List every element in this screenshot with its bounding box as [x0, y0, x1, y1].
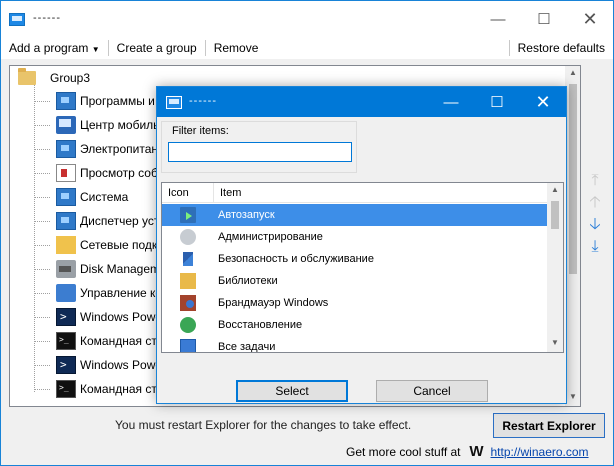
list-item-label: Восстановление: [218, 319, 303, 331]
tree-item[interactable]: Disk Management: [18, 258, 177, 280]
computer-management-icon: [56, 284, 76, 302]
dialog-minimize-button[interactable]: —: [428, 87, 474, 117]
device-manager-icon: [56, 212, 76, 230]
tree-item[interactable]: Управление комп: [18, 282, 177, 304]
tree-group-row[interactable]: Group3: [18, 67, 90, 89]
powershell-icon: [56, 356, 76, 374]
libraries-icon: [180, 273, 196, 289]
event-viewer-icon: [56, 164, 76, 182]
power-options-icon: [56, 140, 76, 158]
list-scrollbar[interactable]: ▲ ▼: [547, 183, 563, 352]
restart-explorer-button[interactable]: Restart Explorer: [493, 413, 605, 438]
scroll-up-icon[interactable]: ▲: [547, 185, 563, 194]
list-item-label: Брандмауэр Windows: [218, 297, 329, 309]
filter-input[interactable]: [168, 142, 352, 162]
list-item[interactable]: Восстановление: [162, 314, 547, 336]
move-down-icon[interactable]: 🡣: [586, 215, 604, 237]
dialog-close-button[interactable]: ✕: [520, 87, 566, 117]
list-item[interactable]: Брандмауэр Windows: [162, 292, 547, 314]
tree-group-label: Group3: [50, 71, 91, 85]
tree-item-label: Система: [80, 190, 129, 204]
list-item-label: Администрирование: [218, 231, 323, 243]
tree-item[interactable]: Просмотр событ: [18, 162, 172, 184]
app-icon: [166, 96, 182, 109]
filter-group: Filter items:: [161, 121, 357, 173]
tree-item[interactable]: Электропитание: [18, 138, 171, 160]
scroll-down-icon[interactable]: ▼: [547, 338, 563, 347]
tree-item[interactable]: Сетевые подклю: [18, 234, 173, 256]
move-top-icon[interactable]: ⤒: [586, 171, 604, 193]
tree-item[interactable]: Центр мобильно: [18, 114, 173, 136]
footer: Get more cool stuff at W http://winaero.…: [346, 442, 589, 462]
scroll-down-icon[interactable]: ▼: [565, 392, 580, 401]
restore-defaults-button[interactable]: Restore defaults: [510, 40, 613, 56]
winaero-logo-icon: W: [469, 443, 484, 460]
list-item-label: Библиотеки: [218, 275, 278, 287]
disk-management-icon: [56, 260, 76, 278]
status-message: You must restart Explorer for the change…: [115, 418, 412, 432]
control-panel-icon: [56, 92, 76, 110]
add-program-button[interactable]: Add a program ▼: [1, 40, 108, 56]
close-button[interactable]: ✕: [567, 1, 613, 37]
scroll-thumb[interactable]: [569, 84, 577, 274]
list-item-label: Автозапуск: [218, 209, 275, 221]
command-prompt-icon: [56, 380, 76, 398]
security-maintenance-icon: [180, 251, 196, 267]
footer-text: Get more cool stuff at: [346, 445, 461, 459]
list-item-label: Безопасность и обслуживание: [218, 253, 374, 265]
tree-item[interactable]: Командная строк: [18, 378, 175, 400]
powershell-icon: [56, 308, 76, 326]
list-item[interactable]: Администрирование: [162, 226, 547, 248]
maximize-button[interactable]: ☐: [521, 1, 567, 37]
move-bottom-icon[interactable]: ⤓: [586, 237, 604, 259]
tree-item[interactable]: Диспетчер устро: [18, 210, 173, 232]
windows-firewall-icon: [180, 295, 196, 311]
minimize-button[interactable]: —: [475, 1, 521, 37]
main-titlebar[interactable]: ------ — ☐ ✕: [1, 1, 613, 37]
list-item[interactable]: Безопасность и обслуживание: [162, 248, 547, 270]
column-header-icon[interactable]: Icon: [162, 183, 214, 203]
list-item[interactable]: Автозапуск: [162, 204, 547, 226]
toolbar: Add a program ▼ Create a group Remove Re…: [1, 37, 613, 59]
folder-icon: [18, 68, 36, 85]
dialog-maximize-button[interactable]: ☐: [474, 87, 520, 117]
list-item[interactable]: Библиотеки: [162, 270, 547, 292]
tree-item[interactable]: Программы и ко: [18, 90, 170, 112]
remove-button[interactable]: Remove: [206, 40, 267, 56]
recovery-icon: [180, 317, 196, 333]
items-list[interactable]: Icon Item Автозапуск Администрирование Б…: [161, 182, 564, 353]
command-prompt-icon: [56, 332, 76, 350]
dialog-title: ------: [189, 95, 217, 107]
tree-scrollbar[interactable]: ▲ ▼: [565, 66, 580, 406]
system-icon: [56, 188, 76, 206]
chevron-down-icon: ▼: [91, 45, 100, 54]
mobility-center-icon: [56, 116, 76, 134]
list-header: Icon Item: [162, 183, 547, 203]
all-tasks-icon: [180, 339, 196, 352]
select-button[interactable]: Select: [236, 380, 348, 402]
autoplay-icon: [180, 207, 196, 223]
scroll-thumb[interactable]: [551, 201, 559, 229]
reorder-buttons: ⤒ 🡡 🡣 ⤓: [586, 171, 604, 259]
app-icon: [9, 13, 25, 26]
create-group-button[interactable]: Create a group: [109, 40, 205, 56]
move-up-icon[interactable]: 🡡: [586, 193, 604, 215]
list-item-label: Все задачи: [218, 341, 276, 353]
winaero-link[interactable]: http://winaero.com: [491, 445, 589, 459]
list-item[interactable]: Все задачи: [162, 336, 547, 353]
column-header-item[interactable]: Item: [214, 183, 547, 203]
dialog-titlebar[interactable]: ------ — ☐ ✕: [157, 87, 566, 117]
tree-item[interactable]: Система: [18, 186, 128, 208]
main-window-title: ------: [33, 12, 61, 24]
filter-label: Filter items:: [170, 125, 231, 137]
select-item-dialog: ------ — ☐ ✕ Filter items: Icon Item Авт…: [156, 86, 567, 404]
scroll-up-icon[interactable]: ▲: [565, 68, 580, 77]
administrative-tools-icon: [180, 229, 196, 245]
cancel-button[interactable]: Cancel: [376, 380, 488, 402]
tree-item[interactable]: Командная строк: [18, 330, 175, 352]
network-connections-icon: [56, 236, 76, 254]
